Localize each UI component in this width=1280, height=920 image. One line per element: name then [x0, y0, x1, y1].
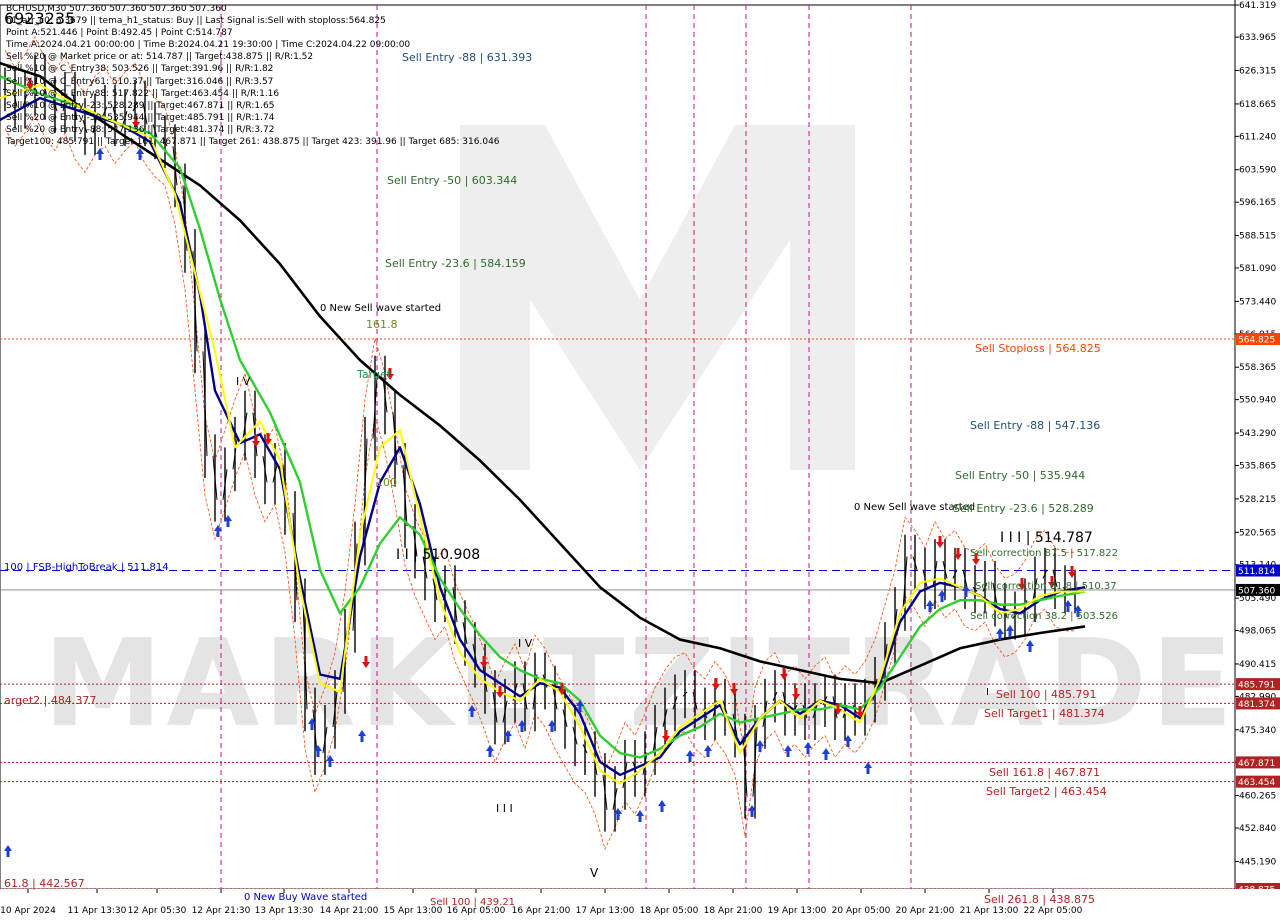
chart-annotation: I I | 510.908 — [396, 547, 480, 563]
signal-info-line: Time A:2024.04.21 00:00:00 | Time B:2024… — [6, 40, 411, 51]
price-tick-label: 581.090 — [1239, 264, 1276, 274]
time-tick-label: 22 Apr 05:00 — [1024, 906, 1083, 916]
chart-annotation: Sell Target1 | 481.374 — [984, 707, 1105, 720]
price-badge-label: 507.360 — [1238, 586, 1275, 596]
price-badge-label: 463.454 — [1238, 778, 1275, 788]
time-tick-label: 20 Apr 05:00 — [832, 906, 891, 916]
price-tick-label: 475.340 — [1239, 726, 1276, 736]
chart-annotation: Sell Entry -23.6 | 528.289 — [953, 502, 1094, 515]
price-tick-label: 611.240 — [1239, 132, 1276, 142]
chart-annotation: I I I | 514.787 — [1000, 530, 1093, 546]
price-tick-label: 588.515 — [1239, 232, 1276, 242]
price-tick-label: 528.215 — [1239, 495, 1276, 505]
chart-annotation: 61.8 | 442.567 — [4, 877, 85, 890]
chart-annotation: Sell 161.8 | 467.871 — [989, 766, 1100, 779]
time-tick-label: 18 Apr 21:00 — [704, 906, 763, 916]
time-tick-label: 13 Apr 13:30 — [255, 906, 314, 916]
time-tick-label: 18 Apr 05:00 — [640, 906, 699, 916]
time-tick-label: 16 Apr 21:00 — [512, 906, 571, 916]
chart-annotation: Sell correction 87.5 | 517.822 — [970, 548, 1118, 559]
time-tick-label: 10 Apr 2024 — [0, 906, 56, 916]
chart-annotation: Sell Entry -50 | 603.344 — [387, 174, 517, 187]
price-tick-label: 543.290 — [1239, 429, 1276, 439]
price-tick-label: 641.319 — [1239, 1, 1276, 11]
price-tick-label: 535.865 — [1239, 461, 1276, 471]
signal-info-line: Sell %20 @ Entry -88: 547.136 || Target:… — [6, 124, 275, 135]
chart-annotation: 161.8 — [366, 318, 398, 331]
chart-annotation: Sell correction 38.2 | 503.526 — [970, 611, 1118, 622]
price-tick-label: 633.965 — [1239, 33, 1276, 43]
price-badge-label: 481.374 — [1238, 700, 1275, 710]
price-tick-label: 460.265 — [1239, 792, 1276, 802]
signal-info-line: Sell %20 @ Entry -50: 535.944 || Target:… — [6, 112, 275, 123]
chart-window: MARKETZITRADE 641.319 633.965 626.315 618.66… — [0, 0, 1280, 920]
signal-info-line: Sell %10 @ C_Entry38: 503.526 || Target:… — [6, 64, 274, 75]
chart-annotation: Target — [356, 368, 392, 381]
price-tick-label: 520.565 — [1239, 528, 1276, 538]
chart-annotation: arget2 | 484.377 — [4, 694, 96, 707]
signal-info-line: Sell %10 @ C_Entry61: 510.37 || Target:3… — [6, 76, 274, 87]
price-tick-label: 596.165 — [1239, 198, 1276, 208]
price-badge-label: 467.871 — [1238, 759, 1275, 769]
chart-annotation: 100 — [376, 476, 397, 489]
signal-info-line: Target100: 485.791 || Target 161: 467.87… — [6, 137, 500, 148]
chart-annotation: I V — [236, 375, 251, 388]
chart-annotation: 0 New Buy Wave started — [244, 892, 367, 903]
time-tick-label: 11 Apr 13:30 — [68, 906, 127, 916]
time-tick-label: 19 Apr 13:00 — [768, 906, 827, 916]
price-tick-label: 498.065 — [1239, 627, 1276, 637]
chart-annotation: Sell Entry -50 | 535.944 — [955, 469, 1085, 482]
chart-annotation: Sell Target2 | 463.454 — [986, 785, 1107, 798]
time-tick-label: 20 Apr 21:00 — [896, 906, 955, 916]
signal-info-panel: BCHUSD,M30 507.360 507.360 507.360 507.3… — [4, 3, 500, 148]
price-tick-label: 550.940 — [1239, 396, 1276, 406]
price-badge-label: 511.814 — [1238, 567, 1275, 577]
price-tick-label: 558.365 — [1239, 363, 1276, 373]
chart-annotation: I I I — [496, 802, 513, 815]
chart-annotation: Sell 100 | 485.791 — [996, 688, 1097, 701]
chart-annotation: Sell correction 61.8 | 510.37 — [975, 581, 1117, 592]
price-tick-label: 452.840 — [1239, 824, 1276, 834]
signal-info-line: Sell %10 @ C_Entry88: 517.822 || Target:… — [6, 88, 280, 99]
chart-annotation: Sell 261.8 | 438.875 — [984, 893, 1095, 906]
signal-info-line: Sell %10 @ Entry -23: 528.289 || Target:… — [6, 100, 275, 111]
time-tick-label: 14 Apr 21:00 — [320, 906, 379, 916]
chart-annotation: Sell Stoploss | 564.825 — [975, 342, 1101, 355]
time-tick-label: 21 Apr 13:00 — [960, 906, 1019, 916]
price-tick-label: 618.665 — [1239, 100, 1276, 110]
signal-info-line: BCHUSD,M30 507.360 507.360 507.360 507.3… — [6, 4, 227, 14]
price-badge-label: 564.825 — [1238, 336, 1275, 346]
chart-annotation: I — [986, 687, 989, 698]
chart-annotation: Sell 100 | 439.21 — [430, 897, 515, 908]
time-tick-label: 17 Apr 13:00 — [576, 906, 635, 916]
price-tick-label: 603.590 — [1239, 166, 1276, 176]
price-tick-label: 626.315 — [1239, 67, 1276, 77]
time-tick-label: 12 Apr 05:30 — [128, 906, 187, 916]
chart-annotation: I V — [518, 637, 533, 650]
signal-info-line: h1_atr_c0: 6.3679 || tema_h1_status: Buy… — [6, 16, 386, 27]
signal-info-line: Point A:521.446 | Point B:492.45 | Point… — [6, 28, 233, 39]
chart-annotation: 0 New Sell wave started — [320, 303, 441, 314]
time-tick-label: 12 Apr 21:30 — [192, 906, 251, 916]
chart-annotation: Sell Entry -88 | 547.136 — [970, 419, 1100, 432]
price-tick-label: 573.440 — [1239, 297, 1276, 307]
symbol-overlay-text: 6923235 — [4, 9, 76, 28]
price-badge-label: 485.791 — [1238, 681, 1275, 691]
price-tick-label: 445.190 — [1239, 857, 1276, 867]
chart-annotation: V — [590, 866, 599, 880]
chart-annotation: Sell Entry -23.6 | 584.159 — [385, 257, 526, 270]
chart-annotation: 100 | FSB-HighToBreak | 511.814 — [4, 562, 169, 573]
price-tick-label: 490.415 — [1239, 660, 1276, 670]
signal-info-line: Sell %20 @ Market price or at: 514.787 |… — [6, 52, 314, 63]
